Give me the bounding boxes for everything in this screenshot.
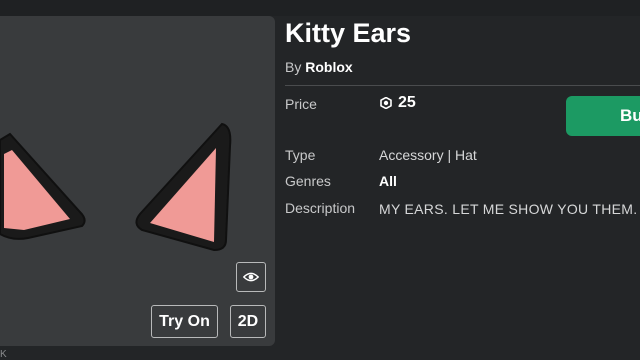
item-title: Kitty Ears <box>285 18 412 48</box>
top-strip <box>0 0 640 16</box>
try-on-button[interactable]: Try On <box>151 305 218 338</box>
robux-icon <box>380 97 392 109</box>
price-display: 25 <box>380 94 416 112</box>
eye-icon <box>243 272 259 282</box>
by-prefix: By <box>285 59 302 75</box>
divider <box>285 85 640 86</box>
description-label: Description <box>285 200 356 216</box>
price-label: Price <box>285 96 317 112</box>
bottom-text-fragment: K <box>0 349 7 360</box>
genres-value[interactable]: All <box>379 173 397 189</box>
creator-link[interactable]: Roblox <box>305 59 352 75</box>
buy-button[interactable]: Bu <box>566 96 640 136</box>
type-label: Type <box>285 147 316 163</box>
item-preview-panel: Try On 2D <box>0 16 275 346</box>
view-3d-button[interactable] <box>236 262 266 292</box>
creator-byline: By Roblox <box>285 59 353 75</box>
kitty-ears-image <box>0 122 232 252</box>
genres-label: Genres <box>285 173 331 189</box>
price-value: 25 <box>398 94 416 111</box>
toggle-2d-button[interactable]: 2D <box>230 305 266 338</box>
type-value: Accessory | Hat <box>379 147 477 163</box>
description-value: MY EARS. LET ME SHOW YOU THEM. <box>379 201 638 217</box>
